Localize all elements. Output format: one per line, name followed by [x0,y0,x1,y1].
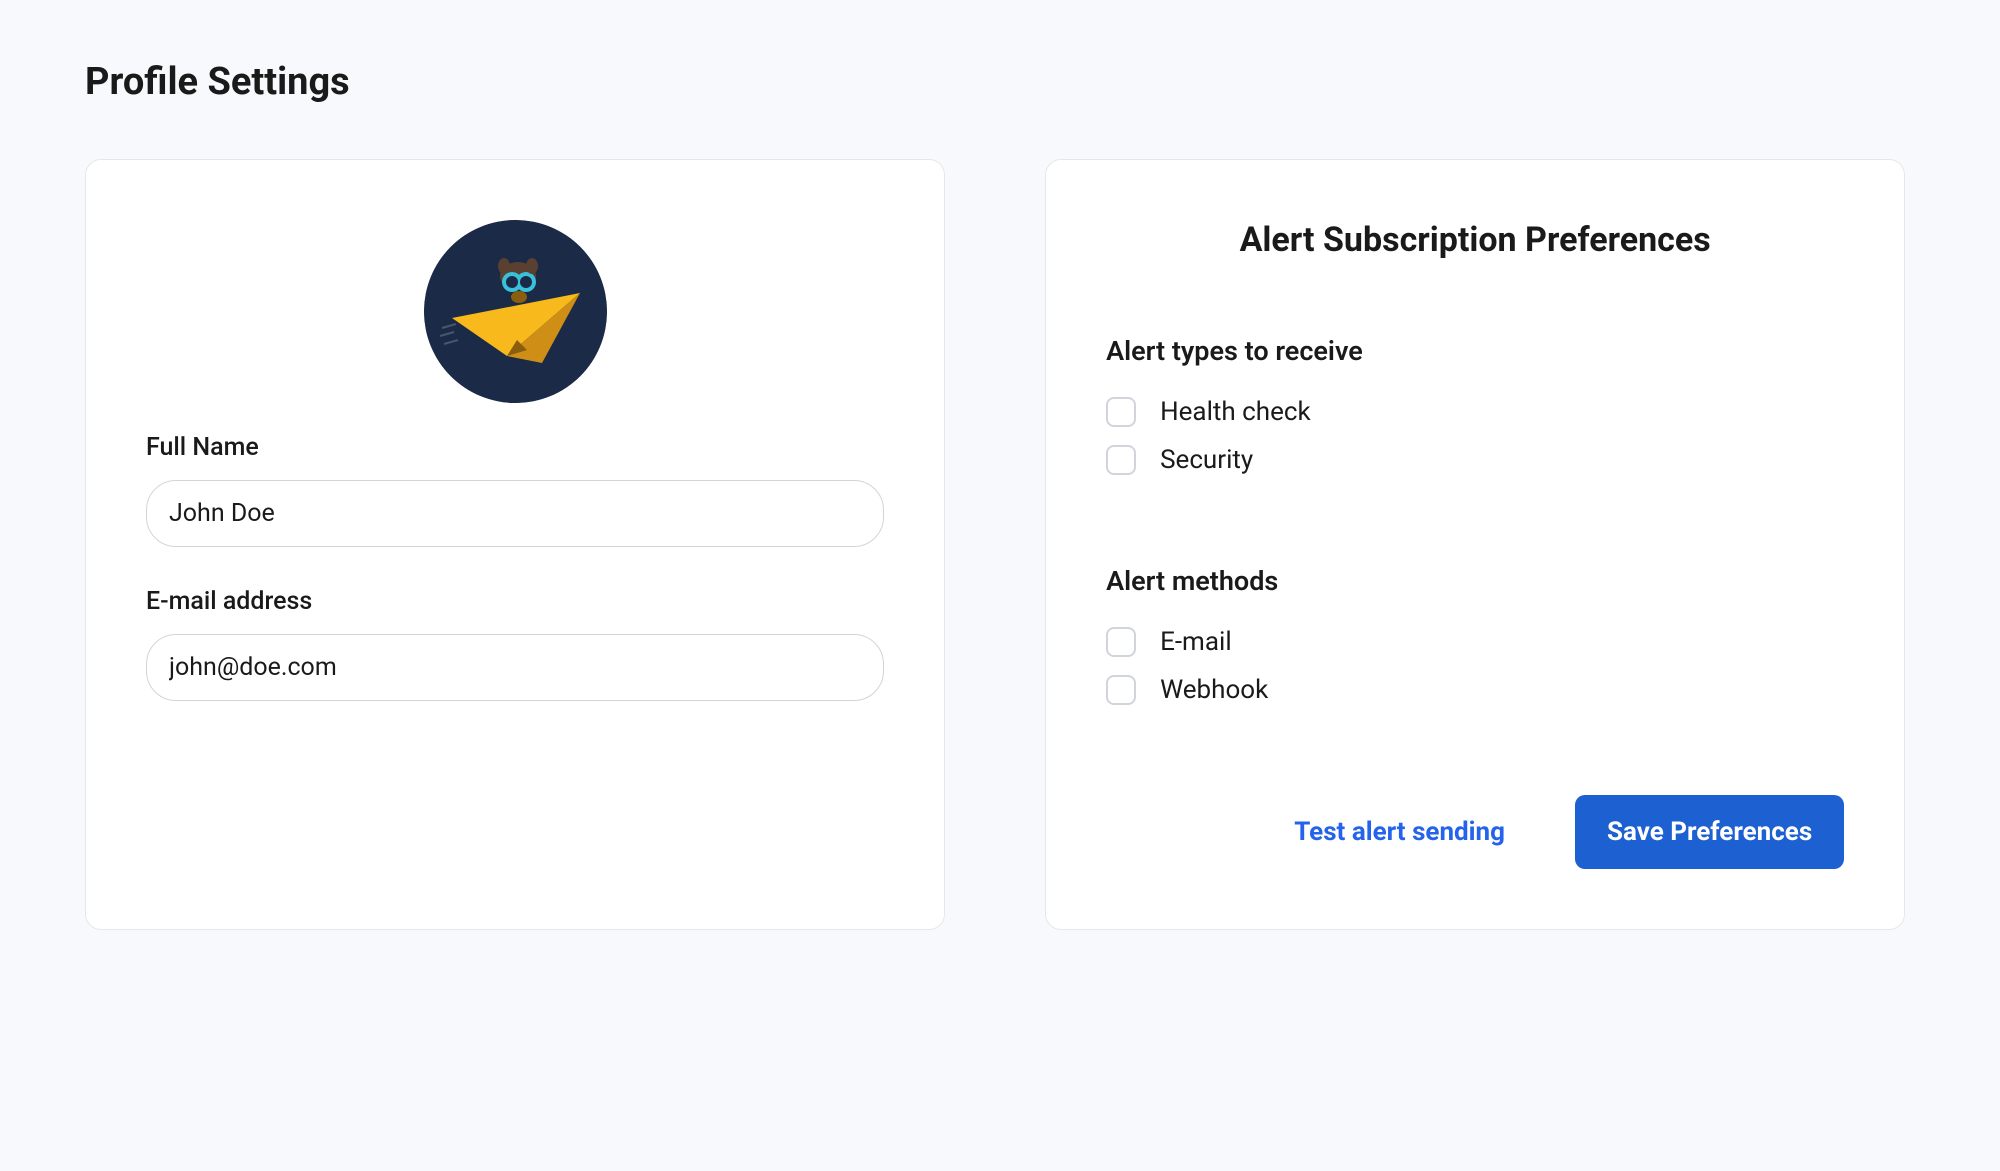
alert-methods-group: Alert methods E-mail Webhook [1106,565,1844,705]
avatar[interactable] [424,220,607,403]
alert-type-row: Security [1106,445,1844,475]
security-checkbox[interactable] [1106,445,1136,475]
alert-method-row: E-mail [1106,627,1844,657]
test-alert-button[interactable]: Test alert sending [1294,817,1505,847]
security-label[interactable]: Security [1160,445,1253,475]
alert-type-row: Health check [1106,397,1844,427]
alert-types-group: Alert types to receive Health check Secu… [1106,335,1844,475]
save-preferences-button[interactable]: Save Preferences [1575,795,1844,869]
profile-card: Full Name E-mail address [85,159,945,930]
button-row: Test alert sending Save Preferences [1106,795,1844,869]
alert-method-row: Webhook [1106,675,1844,705]
health-check-checkbox[interactable] [1106,397,1136,427]
webhook-checkbox[interactable] [1106,675,1136,705]
email-field[interactable] [146,634,884,701]
alert-types-heading: Alert types to receive [1106,335,1844,367]
page-title: Profile Settings [85,60,1915,104]
avatar-wrapper [146,220,884,403]
email-label: E-mail address [146,587,884,616]
webhook-method-label[interactable]: Webhook [1160,675,1268,705]
alerts-card: Alert Subscription Preferences Alert typ… [1045,159,1905,930]
avatar-icon [424,220,607,403]
full-name-group: Full Name [146,433,884,547]
email-group: E-mail address [146,587,884,701]
full-name-field[interactable] [146,480,884,547]
full-name-label: Full Name [146,433,884,462]
email-method-label[interactable]: E-mail [1160,627,1232,657]
alerts-title: Alert Subscription Preferences [1106,220,1844,260]
email-checkbox[interactable] [1106,627,1136,657]
alert-methods-heading: Alert methods [1106,565,1844,597]
health-check-label[interactable]: Health check [1160,397,1311,427]
cards-container: Full Name E-mail address Alert Subscript… [85,159,1915,930]
